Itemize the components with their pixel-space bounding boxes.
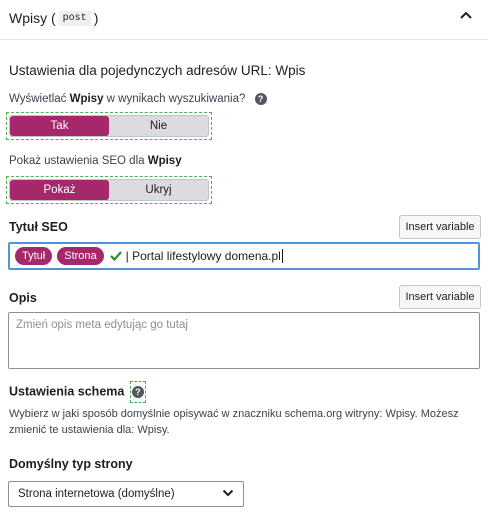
section-title: Ustawienia dla pojedynczych adresów URL:… bbox=[9, 63, 306, 78]
description-placeholder: Zmień opis meta edytując go tutaj bbox=[16, 319, 188, 331]
seo-settings-toggle-focus: Pokaż Ukryj bbox=[6, 176, 212, 204]
seo-title-text: | Portal lifestylowy domena.pl bbox=[125, 249, 281, 263]
page-type-select[interactable]: Strona internetowa (domyślne) bbox=[8, 481, 244, 507]
checkmark-icon bbox=[109, 250, 122, 262]
help-icon[interactable]: ? bbox=[254, 93, 267, 105]
header-title-prefix: Wpisy ( bbox=[9, 10, 56, 26]
post-type-code: post bbox=[58, 10, 91, 26]
description-insert-variable-button[interactable]: Insert variable bbox=[399, 285, 481, 309]
seo-settings-question: Pokaż ustawienia SEO dla Wpisy bbox=[9, 155, 182, 167]
seo-settings-prefix: Pokaż ustawienia SEO dla bbox=[9, 155, 148, 167]
schema-help-icon-focus[interactable]: ? bbox=[129, 381, 146, 403]
option-tak[interactable]: Tak bbox=[10, 116, 109, 136]
chevron-down-icon bbox=[222, 487, 234, 502]
page-type-selected-value: Strona internetowa (domyślne) bbox=[18, 488, 175, 500]
page-type-label: Domyślny typ strony bbox=[9, 457, 133, 471]
search-visibility-toggle-focus: Tak Nie bbox=[6, 112, 212, 140]
search-visibility-prefix: Wyświetlać bbox=[9, 93, 70, 106]
schema-description: Wybierz w jaki sposób domyślnie opisywać… bbox=[9, 408, 459, 436]
header-divider bbox=[0, 39, 488, 40]
seo-settings-post-type: Wpisy bbox=[147, 155, 182, 167]
search-visibility-post-type: Wpisy bbox=[69, 93, 104, 106]
help-icon[interactable]: ? bbox=[131, 386, 144, 398]
search-visibility-question: Wyświetlać Wpisy w wynikach wyszukiwania… bbox=[9, 93, 267, 105]
seo-title-input[interactable]: Tytuł Strona | Portal lifestylowy domena… bbox=[8, 242, 480, 270]
chevron-up-icon[interactable] bbox=[458, 8, 474, 24]
search-visibility-toggle[interactable]: Tak Nie bbox=[9, 115, 209, 137]
option-ukryj[interactable]: Ukryj bbox=[109, 180, 208, 200]
seo-settings-toggle[interactable]: Pokaż Ukryj bbox=[9, 179, 209, 201]
schema-section: Ustawienia schema ? bbox=[9, 381, 146, 403]
variable-pill-title[interactable]: Tytuł bbox=[15, 247, 53, 265]
option-pokaz[interactable]: Pokaż bbox=[10, 180, 109, 200]
post-type-header: Wpisy ( post ) bbox=[9, 10, 98, 26]
search-visibility-suffix: w wynikach wyszukiwania? bbox=[103, 93, 246, 106]
seo-title-label: Tytuł SEO bbox=[9, 220, 68, 234]
text-cursor bbox=[281, 249, 283, 263]
schema-label: Ustawienia schema bbox=[9, 384, 125, 399]
description-textarea[interactable]: Zmień opis meta edytując go tutaj bbox=[8, 312, 480, 369]
header-title-suffix: ) bbox=[93, 10, 99, 26]
description-label: Opis bbox=[9, 291, 37, 305]
option-nie[interactable]: Nie bbox=[109, 116, 208, 136]
variable-pill-page[interactable]: Strona bbox=[57, 247, 104, 265]
seo-title-insert-variable-button[interactable]: Insert variable bbox=[399, 215, 481, 239]
